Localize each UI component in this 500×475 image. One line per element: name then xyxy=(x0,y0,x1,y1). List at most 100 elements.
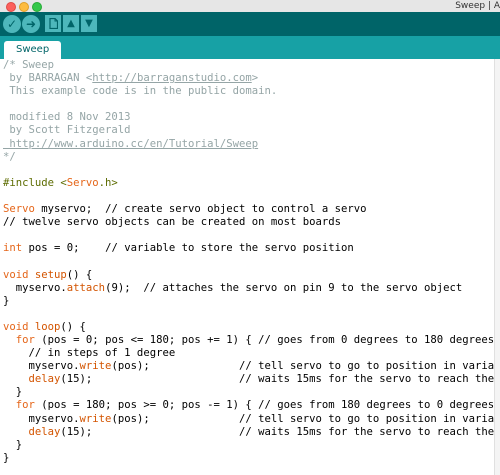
code-token: (9); // attaches the servo on pin 9 to t… xyxy=(105,281,463,294)
upload-button[interactable]: ➜ xyxy=(22,15,40,33)
close-window-button[interactable] xyxy=(6,2,16,12)
code-token: delay xyxy=(28,373,61,386)
code-token: } xyxy=(3,294,10,307)
code-token: // in steps of 1 degree xyxy=(3,347,176,360)
code-line: myservo.write(pos); // tell servo to go … xyxy=(3,360,495,373)
code-line: for (pos = 180; pos >= 0; pos -= 1) { //… xyxy=(3,399,494,412)
code-line: myservo.attach(9); // attaches the servo… xyxy=(3,282,494,295)
code-line: delay(15); // waits 15ms for the servo t… xyxy=(3,426,494,439)
arrow-up-icon: ▲ xyxy=(67,17,75,29)
code-token: (pos); // tell servo to go to position i… xyxy=(111,360,494,373)
code-token: myservo. xyxy=(3,281,67,294)
code-line: */ xyxy=(3,151,494,164)
zoom-window-button[interactable] xyxy=(32,2,42,12)
code-line: by BARRAGAN <http://barraganstudio.com> xyxy=(3,72,494,85)
file-icon xyxy=(48,18,58,29)
new-sketch-button[interactable] xyxy=(45,15,61,32)
code-line: int pos = 0; // variable to store the se… xyxy=(3,242,494,255)
code-line: http://www.arduino.cc/en/Tutorial/Sweep xyxy=(3,138,494,151)
code-token: #include < xyxy=(3,176,67,189)
tab-strip: Sweep xyxy=(0,36,500,59)
code-token: for xyxy=(15,333,35,346)
code-line: /* Sweep xyxy=(3,59,494,72)
code-token: myservo. xyxy=(3,412,80,425)
code-token: } xyxy=(3,438,23,451)
code-token: myservo. xyxy=(3,360,80,373)
code-token: (15); // waits 15ms for the servo to rea… xyxy=(60,373,494,386)
code-token: () { xyxy=(60,320,86,333)
code-token: loop xyxy=(34,320,61,333)
code-line: #include <Servo.h> xyxy=(3,177,494,190)
code-token: delay xyxy=(28,425,61,438)
code-token: for xyxy=(15,399,35,412)
code-token: Servo xyxy=(66,176,99,189)
arrow-right-icon: ➜ xyxy=(25,17,37,31)
toolbar: ✓ ➜ ▲ ▼ xyxy=(0,12,500,36)
tab-sweep[interactable]: Sweep xyxy=(4,41,62,59)
code-token: */ xyxy=(3,150,16,163)
code-token: by BARRAGAN < xyxy=(3,72,93,85)
code-token: int xyxy=(3,242,23,255)
vertical-scrollbar[interactable] xyxy=(494,59,500,475)
code-editor[interactable]: /* Sweep by BARRAGAN <http://barraganstu… xyxy=(0,59,494,475)
code-token: // create servo object to control a serv… xyxy=(105,203,367,216)
code-token: (15); // waits 15ms for the servo to rea… xyxy=(60,425,494,438)
open-sketch-button[interactable]: ▲ xyxy=(63,15,79,32)
code-token: void xyxy=(3,268,29,281)
verify-button[interactable]: ✓ xyxy=(3,15,21,33)
code-token: modified 8 Nov 2013 xyxy=(3,111,131,124)
code-token: (pos = 0; pos <= 180; pos += 1) { // goe… xyxy=(34,333,494,346)
code-token: This example code is in the public domai… xyxy=(3,85,278,98)
code-line: } xyxy=(3,452,494,465)
code-line: } xyxy=(3,295,494,308)
code-token: http://www.arduino.cc/en/Tutorial/Sweep xyxy=(3,137,259,150)
code-line: Servo myservo; // create servo object to… xyxy=(3,203,494,216)
code-token: http://barraganstudio.com xyxy=(92,72,252,85)
code-line: for (pos = 0; pos <= 180; pos += 1) { //… xyxy=(3,334,494,347)
code-token: > xyxy=(251,72,259,85)
code-token: myservo; xyxy=(34,203,106,216)
code-token: // variable to store the servo position xyxy=(105,242,354,255)
code-token: pos = 0; xyxy=(22,242,106,255)
code-line: void setup() { xyxy=(3,269,494,282)
code-line: This example code is in the public domai… xyxy=(3,85,494,98)
code-line: by Scott Fitzgerald xyxy=(3,124,494,137)
code-token: attach xyxy=(66,281,106,294)
code-token: (pos); // tell servo to go to position i… xyxy=(111,412,494,425)
code-token: by Scott Fitzgerald xyxy=(3,124,131,137)
code-token: // twelve servo objects can be created o… xyxy=(3,216,342,229)
code-token: void xyxy=(3,320,29,333)
code-token: } xyxy=(3,386,23,399)
check-icon: ✓ xyxy=(6,17,18,31)
code-token: /* Sweep xyxy=(3,59,55,71)
code-token: .h> xyxy=(98,176,118,189)
code-line: } xyxy=(3,439,494,452)
save-sketch-button[interactable]: ▼ xyxy=(81,15,97,32)
arrow-down-icon: ▼ xyxy=(85,17,93,29)
code-line: } xyxy=(3,386,494,399)
code-line: modified 8 Nov 2013 xyxy=(3,111,494,124)
minimize-window-button[interactable] xyxy=(19,2,29,12)
code-token: write xyxy=(79,360,112,373)
code-token: } xyxy=(3,451,10,464)
code-line: myservo.write(pos); // tell servo to go … xyxy=(3,412,495,426)
code-line: // in steps of 1 degree xyxy=(3,347,494,360)
code-token: (pos = 180; pos >= 0; pos -= 1) { // goe… xyxy=(34,399,494,412)
code-token: setup xyxy=(34,268,67,281)
code-token: Servo xyxy=(3,203,35,216)
code-token: () { xyxy=(66,268,93,281)
code-line: // twelve servo objects can be created o… xyxy=(3,216,494,229)
code-text[interactable]: /* Sweep by BARRAGAN <http://barraganstu… xyxy=(0,59,494,475)
code-line: void loop() { xyxy=(3,321,494,334)
code-token: write xyxy=(79,412,112,425)
